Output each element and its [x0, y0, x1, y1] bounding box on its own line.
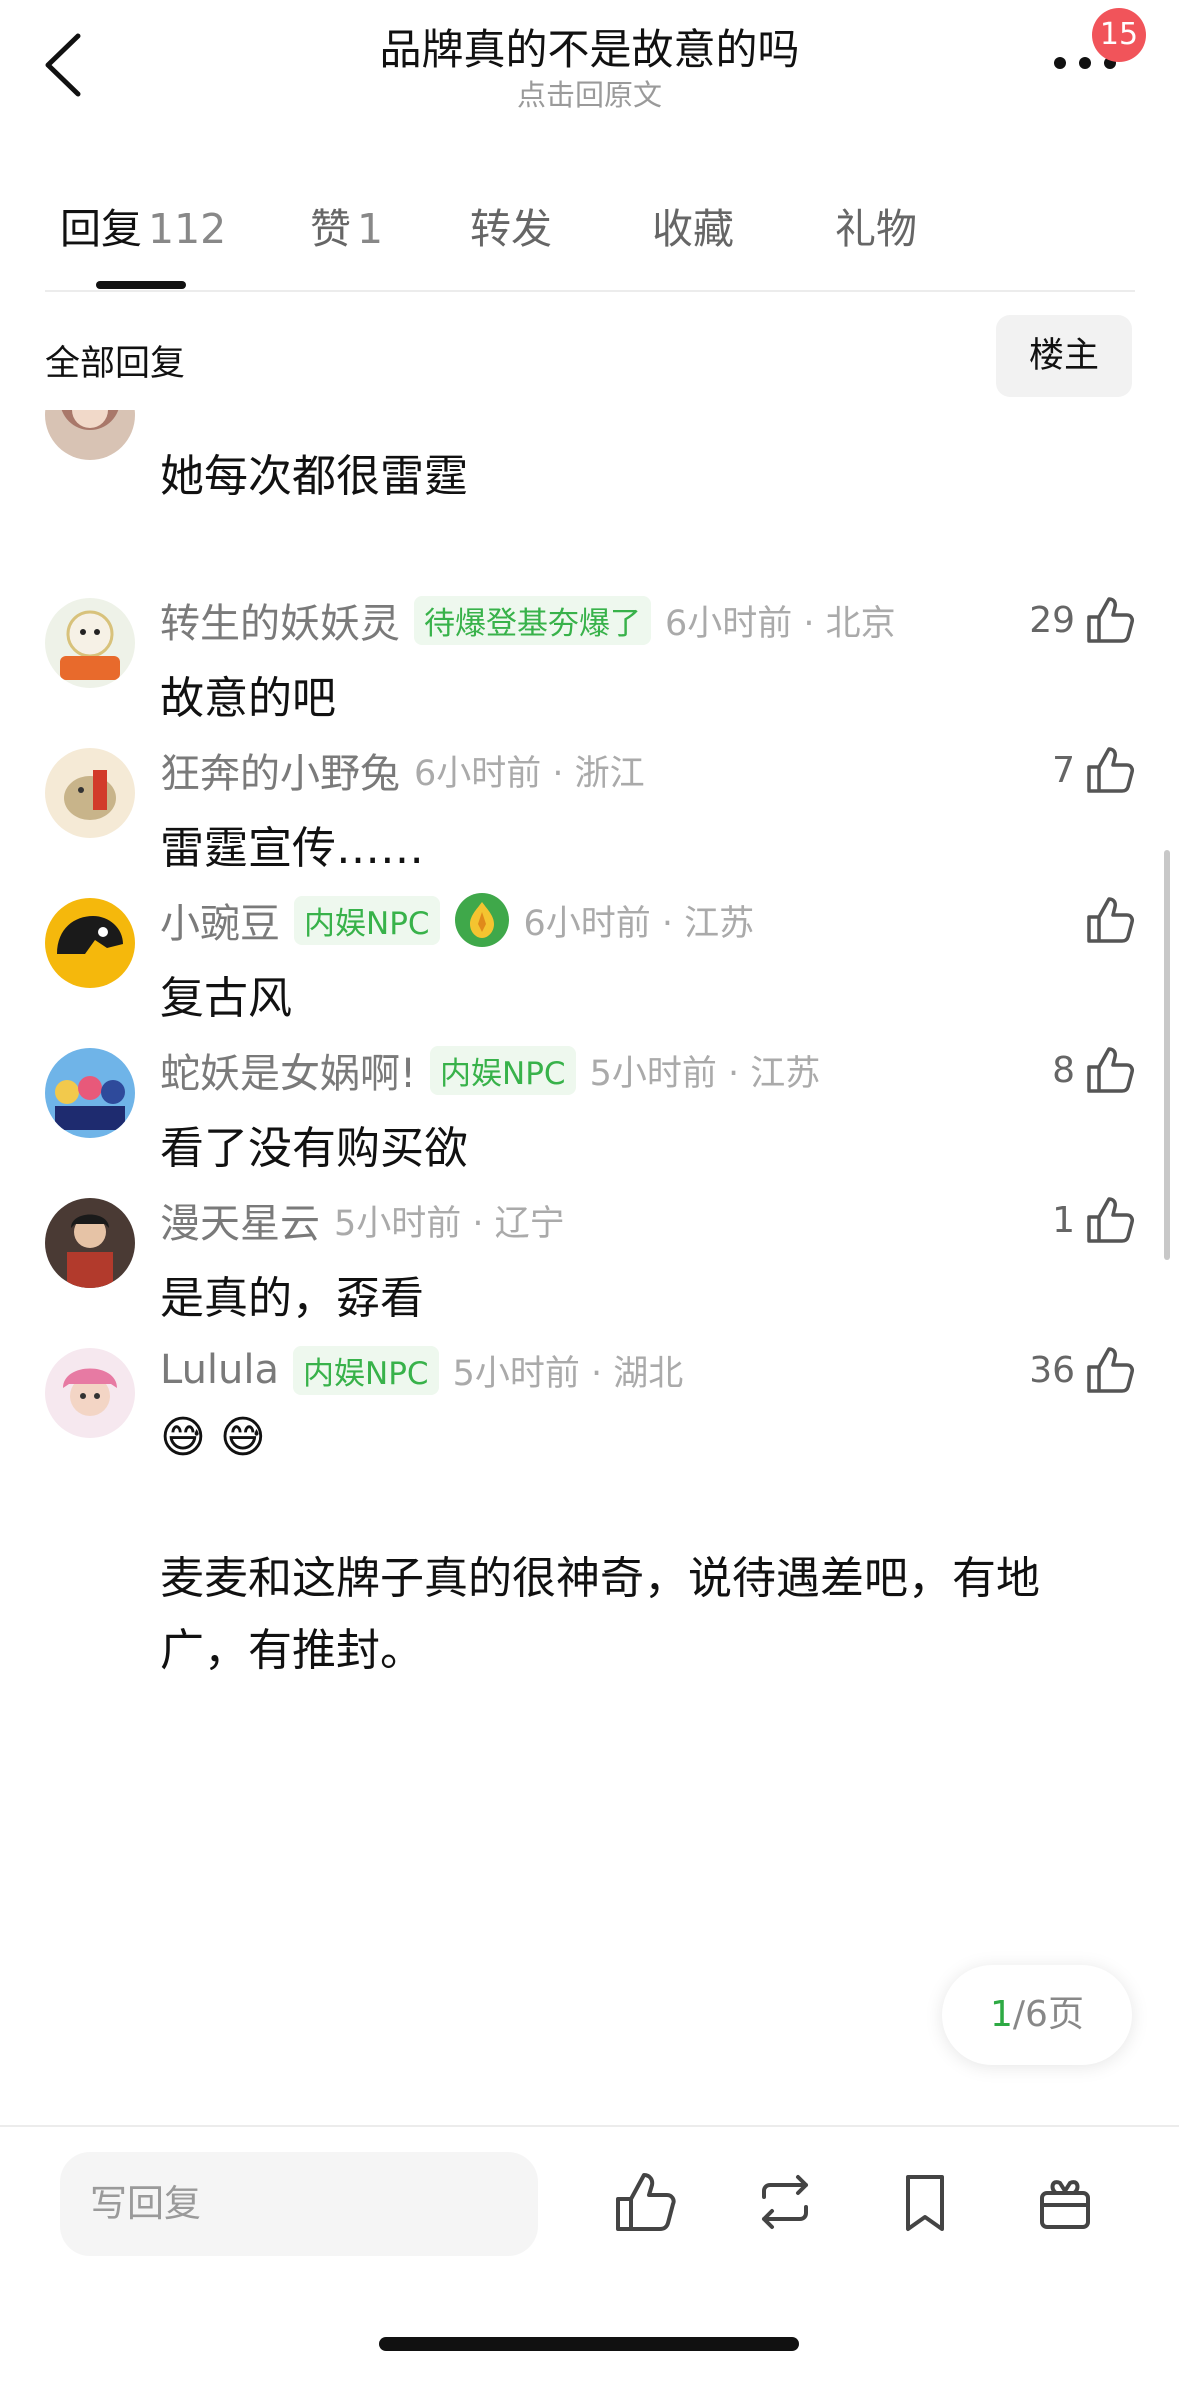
comment-time: 6小时前 · 北京: [665, 603, 896, 644]
tab-replies[interactable]: 回复 112: [60, 195, 226, 255]
comment-content: 复古风: [160, 973, 292, 1024]
like-button[interactable]: 8: [1052, 1040, 1137, 1100]
tab-label: 赞: [310, 205, 351, 253]
divider: [45, 290, 1135, 292]
tab-reposts[interactable]: 转发: [470, 195, 552, 255]
user-tag: 内娱NPC: [293, 1345, 439, 1395]
like-button[interactable]: 29: [1029, 590, 1137, 650]
tab-likes[interactable]: 赞1: [310, 195, 383, 255]
total-pages: /6页: [1012, 1994, 1084, 2035]
username[interactable]: 转生的妖妖灵: [160, 591, 400, 649]
avatar[interactable]: [45, 1048, 135, 1138]
thumbs-up-icon: [1087, 1047, 1134, 1093]
comment-content: 😅 😅: [160, 1412, 266, 1463]
tab-count: 1: [357, 205, 384, 253]
comment-content: 是真的，孬看: [160, 1273, 424, 1324]
username[interactable]: Lulula: [160, 1347, 279, 1393]
thumbs-up-icon: [1087, 1197, 1134, 1243]
comment-time: 5小时前 · 辽宁: [334, 1203, 565, 1244]
comment-content-line: 广，有推封。: [160, 1625, 424, 1676]
user-tag: 内娱NPC: [430, 1045, 576, 1095]
scrollbar[interactable]: [1164, 850, 1170, 1260]
tab-favorites[interactable]: 收藏: [652, 195, 734, 255]
username[interactable]: 漫天星云: [160, 1191, 320, 1249]
like-count: 8: [1052, 1049, 1075, 1091]
page-indicator[interactable]: 1/6页: [942, 1965, 1132, 2065]
like-button[interactable]: 36: [1029, 1340, 1137, 1400]
thumbs-up-icon: [1087, 597, 1134, 643]
avatar[interactable]: [45, 410, 135, 460]
user-tag: 内娱NPC: [294, 895, 440, 945]
comment-list: 她每次都很雷霆 转生的妖妖灵 待爆登基夯爆了 6小时前 · 北京 故意的吧 29…: [0, 410, 1179, 2125]
tab-gifts[interactable]: 礼物: [835, 195, 917, 255]
avatar[interactable]: [45, 898, 135, 988]
top-bar: 品牌真的不是故意的吗 点击回原文 15: [0, 0, 1179, 140]
medal-icon: [454, 893, 509, 947]
reply-input[interactable]: 写回复: [60, 2152, 538, 2256]
thumbs-up-icon: [1087, 1347, 1134, 1393]
comment-content: 雷霆宣传……: [160, 823, 424, 874]
like-button[interactable]: [1083, 890, 1137, 950]
username[interactable]: 狂奔的小野兔: [160, 741, 400, 799]
bookmark-icon[interactable]: [890, 2167, 960, 2237]
op-only-button[interactable]: 楼主: [996, 315, 1132, 397]
comment-time: 5小时前 · 江苏: [589, 1053, 821, 1094]
comment-meta: 转生的妖妖灵 待爆登基夯爆了 6小时前 · 北京: [160, 590, 896, 650]
tab-bar: 回复 112 赞1 转发 收藏 礼物: [0, 195, 1179, 290]
avatar[interactable]: [45, 748, 135, 838]
back-to-post-link[interactable]: 点击回原文: [0, 72, 1179, 114]
page-title[interactable]: 品牌真的不是故意的吗: [0, 16, 1179, 77]
comment-meta: 小豌豆 内娱NPC 6小时前 · 江苏: [160, 890, 754, 950]
tab-label: 礼物: [835, 205, 917, 253]
tab-count: 112: [148, 205, 227, 253]
current-page: 1: [990, 1994, 1013, 2035]
comment-content: 故意的吧: [160, 673, 336, 724]
like-icon[interactable]: [610, 2167, 680, 2237]
tab-label: 回复: [60, 205, 142, 253]
comment-content-line: 麦麦和这牌子真的很神奇，说待遇差吧，有地: [160, 1553, 1040, 1604]
like-count: 1: [1052, 1199, 1075, 1241]
comment-content: 看了没有购买欲: [160, 1123, 468, 1174]
comment-time: 6小时前 · 浙江: [414, 753, 645, 794]
home-indicator[interactable]: [379, 2337, 799, 2351]
avatar[interactable]: [45, 1348, 135, 1438]
like-count: 29: [1029, 599, 1075, 641]
comment-meta: Lulula 内娱NPC 5小时前 · 湖北: [160, 1340, 683, 1400]
like-button[interactable]: 7: [1052, 740, 1137, 800]
thumbs-up-icon: [1087, 747, 1134, 793]
tab-label: 转发: [470, 205, 552, 253]
avatar[interactable]: [45, 1198, 135, 1288]
username[interactable]: 蛇妖是女娲啊!: [160, 1041, 416, 1099]
tab-label: 收藏: [652, 205, 734, 253]
like-button[interactable]: 1: [1052, 1190, 1137, 1250]
user-tag: 待爆登基夯爆了: [414, 595, 651, 645]
comment-time: 5小时前 · 湖北: [452, 1353, 684, 1394]
username[interactable]: 小豌豆: [160, 891, 280, 949]
like-count: 7: [1052, 749, 1075, 791]
avatar[interactable]: [45, 598, 135, 688]
active-tab-indicator: [96, 281, 186, 289]
notification-badge: 15: [1092, 8, 1146, 62]
comment-meta: 蛇妖是女娲啊! 内娱NPC 5小时前 · 江苏: [160, 1040, 820, 1100]
comment-meta: 狂奔的小野兔 6小时前 · 浙江: [160, 740, 645, 800]
repost-icon[interactable]: [750, 2167, 820, 2237]
all-replies-label: 全部回复: [45, 344, 186, 384]
gift-icon[interactable]: [1030, 2167, 1100, 2237]
comment-content: 她每次都很雷霆: [160, 451, 468, 502]
comment-time: 6小时前 · 江苏: [523, 903, 755, 944]
thumbs-up-icon: [1087, 897, 1134, 943]
like-count: 36: [1029, 1349, 1075, 1391]
comment-meta: 漫天星云 5小时前 · 辽宁: [160, 1190, 565, 1250]
